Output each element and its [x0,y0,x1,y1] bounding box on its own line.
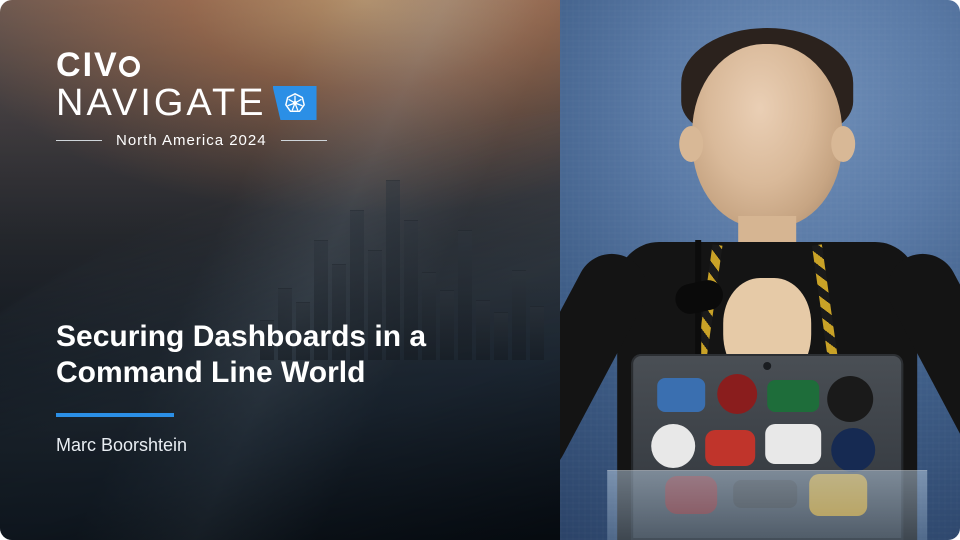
talk-title-block: Securing Dashboards in a Command Line Wo… [56,319,496,456]
sticker [767,380,819,412]
logo-letter: C [56,46,83,84]
civo-logo: CIV [56,48,327,82]
ear [831,126,855,162]
head [692,44,842,228]
speaker-video-panel [560,0,960,540]
sticker [717,374,757,414]
podium [607,470,927,540]
kubernetes-badge [273,86,317,120]
event-location-year: North America 2024 [116,132,267,149]
sticker [651,424,695,468]
rule-left [56,140,102,141]
sticker [657,378,705,412]
title-slide-panel: CIV NAVIGATE North America 2024 [0,0,560,540]
event-subline: North America 2024 [56,132,327,149]
speaker-name: Marc Boorshtein [56,435,496,456]
speaker-figure [587,20,947,540]
logo-o-icon [119,56,140,77]
sticker [765,424,821,464]
ear [679,126,703,162]
accent-bar [56,413,174,417]
rule-right [281,140,327,141]
video-thumbnail: CIV NAVIGATE North America 2024 [0,0,960,540]
sticker [831,428,875,472]
logo-letter: IV [83,46,119,84]
event-name: NAVIGATE [56,84,267,122]
sticker [705,430,755,466]
navigate-row: NAVIGATE [56,84,327,122]
kubernetes-wheel-icon [284,92,306,114]
talk-title: Securing Dashboards in a Command Line Wo… [56,319,496,391]
sticker [827,376,873,422]
event-brand-block: CIV NAVIGATE North America 2024 [56,48,327,149]
